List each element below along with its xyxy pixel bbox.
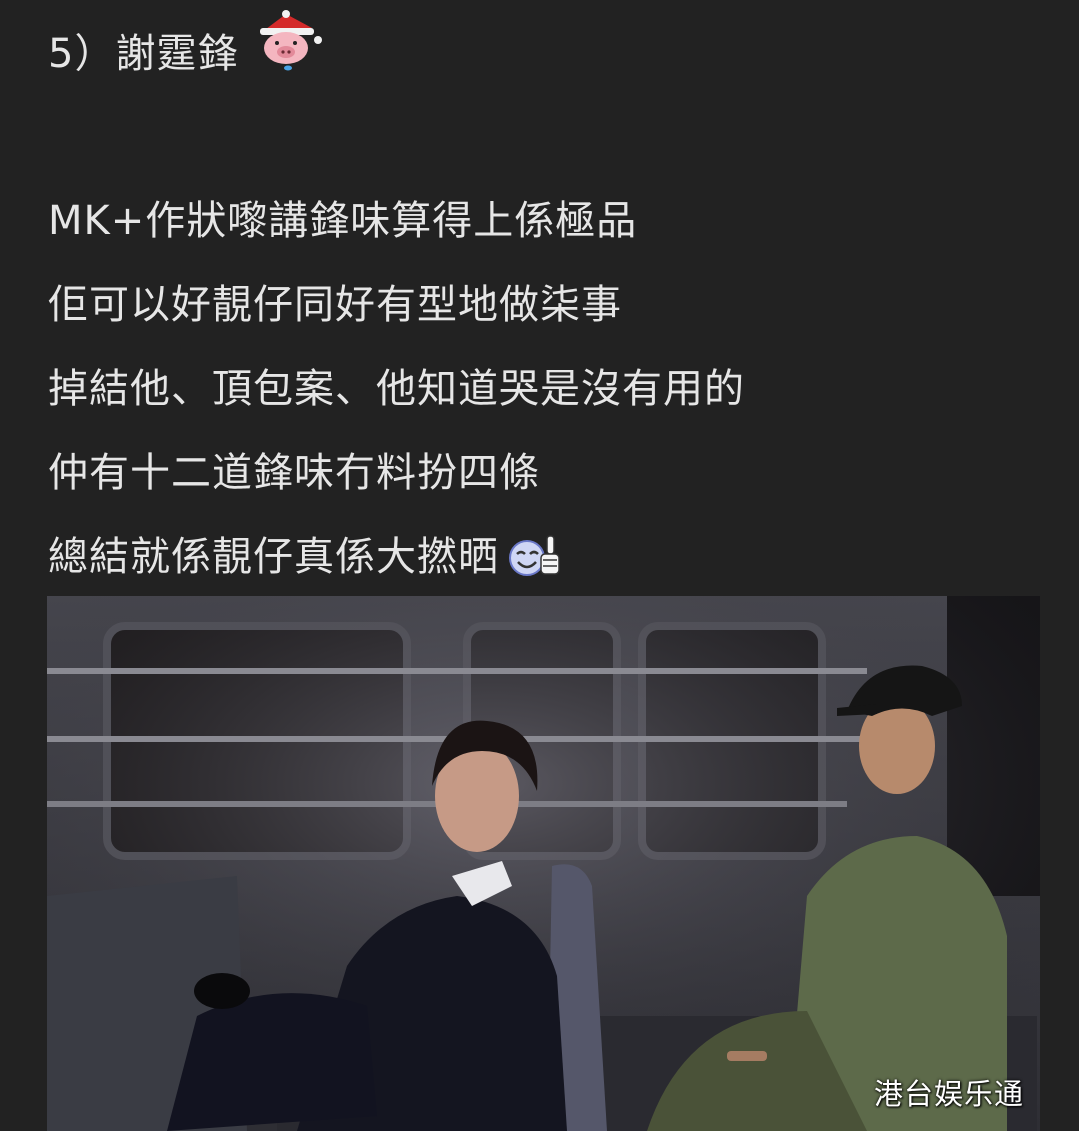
post-body: MK+作狀嚟講鋒味算得上係極品 佢可以好靚仔同好有型地做柒事 掉結他、頂包案、他… — [48, 190, 745, 610]
heading-text: 5）謝霆鋒 — [48, 31, 239, 77]
pig-christmas-hat-icon — [260, 10, 323, 71]
watermark: 港台娱乐通 — [873, 1077, 1024, 1111]
post-line: 佢可以好靚仔同好有型地做柒事 — [48, 282, 622, 328]
forum-post: 5）謝霆鋒 MK+作狀嚟講鋒味算得上係極品 佢可以好靚仔同好有型地做柒事 掉結他… — [0, 0, 1079, 1131]
post-heading: 5）謝霆鋒 — [48, 10, 328, 78]
post-line: 掉結他、頂包案、他知道哭是沒有用的 — [48, 366, 745, 412]
post-line: MK+作狀嚟講鋒味算得上係極品 — [48, 198, 638, 244]
post-line: 仲有十二道鋒味冇料扮四條 — [48, 450, 540, 496]
smile-thumbs-up-icon — [509, 535, 560, 576]
two-men-in-van-photo: 港台娱乐通 — [47, 596, 1040, 1131]
